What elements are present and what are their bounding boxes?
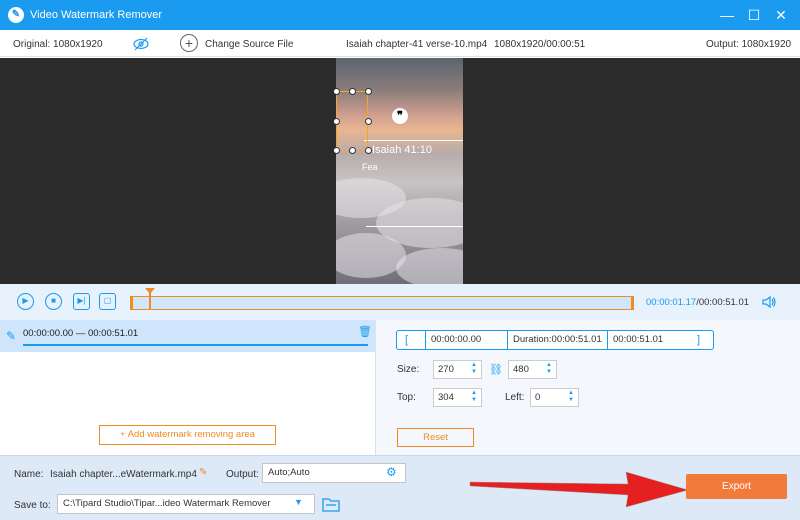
clip-icon[interactable]: ▢: [99, 293, 116, 310]
resize-handle[interactable]: [365, 147, 372, 154]
resize-handle[interactable]: [333, 118, 340, 125]
timecode: 00:00:01.17/00:00:51.01: [646, 297, 749, 308]
output-label: Output:: [226, 469, 259, 480]
start-time-field[interactable]: 00:00:00.00: [425, 331, 507, 349]
width-value: 270: [438, 364, 454, 375]
top-label: Top:: [397, 392, 416, 403]
resize-handle[interactable]: [349, 88, 356, 95]
output-name: Isaiah chapter...eWatermark.mp4: [50, 469, 197, 480]
segment-row[interactable]: ✎ 00:00:00.00 — 00:00:51.01 🗑: [0, 320, 376, 352]
resize-handle[interactable]: [333, 147, 340, 154]
app-logo-icon: ✎: [8, 7, 24, 23]
minimize-button[interactable]: —: [717, 5, 737, 25]
range-end-bracket-icon[interactable]: ]: [697, 334, 700, 346]
info-bar: Original: 1080x1920 + Change Source File…: [0, 30, 800, 57]
title-bar: ✎ Video Watermark Remover — ☐ ✕: [0, 0, 800, 30]
stop-icon[interactable]: ■: [45, 293, 62, 310]
left-input[interactable]: 0 ▲ ▼: [530, 388, 579, 407]
watermark-selection-box[interactable]: [336, 91, 368, 151]
resize-handle[interactable]: [365, 118, 372, 125]
add-source-icon[interactable]: +: [180, 34, 198, 52]
resize-handle[interactable]: [333, 88, 340, 95]
name-label: Name:: [14, 469, 44, 480]
edit-name-icon[interactable]: ✎: [199, 467, 207, 478]
playhead[interactable]: [145, 288, 155, 309]
pointer-arrow: [469, 471, 689, 508]
save-path-field[interactable]: C:\Tipard Studio\Tipar...ideo Watermark …: [57, 494, 315, 514]
height-value: 480: [513, 364, 529, 375]
current-time: 00:00:01.17: [646, 297, 697, 308]
left-value: 0: [535, 392, 541, 403]
timeline-track[interactable]: [130, 296, 634, 310]
file-name: Isaiah chapter-41 verse-10.mp4: [346, 39, 488, 50]
range-start-bracket-icon[interactable]: [: [405, 334, 408, 346]
add-watermark-area-button[interactable]: + Add watermark removing area: [99, 425, 276, 445]
eye-icon[interactable]: [133, 37, 149, 51]
output-settings-value: Auto;Auto: [268, 467, 310, 478]
playback-controls: ▶ ■ ▶| ▢ 00:00:01.17/00:00:51.01: [0, 284, 800, 320]
trash-icon[interactable]: 🗑: [358, 325, 372, 338]
height-input[interactable]: 480 ▲ ▼: [508, 360, 557, 379]
segment-bar: [23, 344, 368, 346]
top-value: 304: [438, 392, 454, 403]
save-to-label: Save to:: [14, 500, 51, 511]
video-caption: Isaiah 41:10: [372, 144, 432, 156]
resolution-duration: 1080x1920/00:00:51: [494, 39, 586, 50]
reset-button[interactable]: Reset: [397, 428, 474, 447]
segment-list: ✎ 00:00:00.00 — 00:00:51.01 🗑 + Add wate…: [0, 320, 376, 455]
size-label: Size:: [397, 364, 420, 375]
original-resolution: Original: 1080x1920: [13, 39, 103, 50]
video-subcaption: Fea: [362, 162, 378, 172]
change-source-button[interactable]: Change Source File: [205, 39, 293, 50]
segment-range: 00:00:00.00 — 00:00:51.01: [23, 328, 139, 339]
end-time-field[interactable]: 00:00:51.01: [607, 331, 687, 349]
resize-handle[interactable]: [365, 88, 372, 95]
volume-icon[interactable]: [762, 295, 776, 309]
export-button[interactable]: Export: [686, 474, 787, 499]
left-label: Left:: [505, 392, 525, 403]
gear-icon[interactable]: ⚙: [386, 465, 397, 479]
time-range-editor: [ 00:00:00.00 Duration:00:00:51.01 00:00…: [396, 330, 714, 350]
total-time: /00:00:51.01: [696, 297, 750, 308]
duration-field[interactable]: Duration:00:00:51.01: [507, 331, 607, 349]
width-input[interactable]: 270 ▲ ▼: [433, 360, 482, 379]
window-title: Video Watermark Remover: [30, 9, 163, 21]
maximize-button[interactable]: ☐: [744, 5, 764, 25]
resize-handle[interactable]: [349, 147, 356, 154]
link-icon[interactable]: ⛓: [489, 363, 503, 376]
video-preview: ❞ Isaiah 41:10 Fea: [0, 58, 800, 284]
close-button[interactable]: ✕: [771, 5, 791, 25]
next-frame-icon[interactable]: ▶|: [73, 293, 90, 310]
output-settings-field[interactable]: Auto;Auto: [262, 463, 406, 483]
chevron-down-icon[interactable]: ▼: [294, 497, 303, 507]
folder-icon[interactable]: [322, 496, 340, 512]
top-input[interactable]: 304 ▲ ▼: [433, 388, 482, 407]
quote-icon: ❞: [392, 108, 408, 124]
play-icon[interactable]: ▶: [17, 293, 34, 310]
output-resolution: Output: 1080x1920: [706, 39, 792, 50]
brush-icon: ✎: [6, 329, 17, 343]
save-path-value: C:\Tipard Studio\Tipar...ideo Watermark …: [63, 498, 271, 509]
